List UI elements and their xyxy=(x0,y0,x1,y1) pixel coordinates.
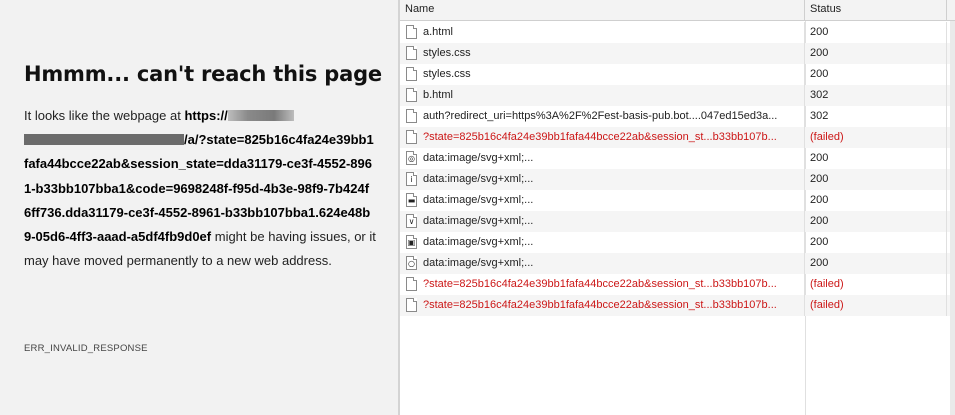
request-status: 200 xyxy=(805,190,947,211)
document-icon xyxy=(406,277,417,291)
network-request-list: a.html 200 styles.css 200 styles.css 200 b.htm… xyxy=(400,22,950,316)
error-url: https:// /a/?state=825b16c4fa24e39bb1faf… xyxy=(24,108,374,244)
network-request-row[interactable]: a.html 200 xyxy=(400,22,950,43)
error-url-start: https:// xyxy=(184,108,228,123)
document-icon xyxy=(406,67,417,81)
request-name: data:image/svg+xml;... xyxy=(423,152,534,164)
request-name: styles.css xyxy=(423,47,471,59)
error-url-rest: /a/?state=825b16c4fa24e39bb1fafa44bcce22… xyxy=(24,132,374,245)
request-status: 200 xyxy=(805,211,947,232)
network-request-row[interactable]: ○ data:image/svg+xml;... 200 xyxy=(400,253,950,274)
request-name-cell: ?state=825b16c4fa24e39bb1fafa44bcce22ab&… xyxy=(400,295,805,316)
request-name-cell: ?state=825b16c4fa24e39bb1fafa44bcce22ab&… xyxy=(400,127,805,148)
request-name-cell: i data:image/svg+xml;... xyxy=(400,169,805,190)
network-request-row[interactable]: b.html 302 xyxy=(400,85,950,106)
request-name: a.html xyxy=(423,26,453,38)
redaction-bar xyxy=(24,134,184,146)
error-page: Hmmm... can't reach this page It looks l… xyxy=(0,0,398,415)
network-request-row[interactable]: i data:image/svg+xml;... 200 xyxy=(400,169,950,190)
request-status: 200 xyxy=(805,148,947,169)
request-status: 200 xyxy=(805,22,947,43)
svg-minus-icon: ▬ xyxy=(406,193,417,207)
request-name: ?state=825b16c4fa24e39bb1fafa44bcce22ab&… xyxy=(423,131,777,143)
request-status: 200 xyxy=(805,64,947,85)
request-name: data:image/svg+xml;... xyxy=(423,257,534,269)
network-request-row[interactable]: ∨ data:image/svg+xml;... 200 xyxy=(400,211,950,232)
request-name-cell: ○ data:image/svg+xml;... xyxy=(400,253,805,274)
document-icon xyxy=(406,88,417,102)
scrollbar-track[interactable] xyxy=(950,21,955,415)
request-status: 302 xyxy=(805,106,947,127)
request-status: (failed) xyxy=(805,274,947,295)
request-status: 200 xyxy=(805,169,947,190)
request-name-cell: ?state=825b16c4fa24e39bb1fafa44bcce22ab&… xyxy=(400,274,805,295)
request-name-cell: ◎ data:image/svg+xml;... xyxy=(400,148,805,169)
column-header-name[interactable]: Name xyxy=(400,0,805,20)
request-name: b.html xyxy=(423,89,453,101)
network-table-header: Name Status xyxy=(400,0,955,21)
svg-search-icon: ○ xyxy=(406,256,417,270)
svg-box-icon: ▣ xyxy=(406,235,417,249)
document-icon xyxy=(406,298,417,312)
error-message-prefix: It looks like the webpage at xyxy=(24,108,185,123)
request-name: data:image/svg+xml;... xyxy=(423,173,534,185)
error-title: Hmmm... can't reach this page xyxy=(24,62,382,86)
network-request-row[interactable]: ▬ data:image/svg+xml;... 200 xyxy=(400,190,950,211)
svg-globe-icon: ◎ xyxy=(406,151,417,165)
error-message: It looks like the webpage at https:// /a… xyxy=(24,104,376,273)
svg-chevron-icon: ∨ xyxy=(406,214,417,228)
network-request-row[interactable]: styles.css 200 xyxy=(400,64,950,85)
network-request-row[interactable]: auth?redirect_uri=https%3A%2F%2Fest-basi… xyxy=(400,106,950,127)
request-name: data:image/svg+xml;... xyxy=(423,236,534,248)
request-name-cell: styles.css xyxy=(400,43,805,64)
document-icon xyxy=(406,109,417,123)
document-icon xyxy=(406,46,417,60)
request-status: (failed) xyxy=(805,295,947,316)
request-status: 200 xyxy=(805,43,947,64)
network-request-row[interactable]: ?state=825b16c4fa24e39bb1fafa44bcce22ab&… xyxy=(400,295,950,316)
request-name: data:image/svg+xml;... xyxy=(423,194,534,206)
network-request-row[interactable]: ▣ data:image/svg+xml;... 200 xyxy=(400,232,950,253)
request-status: (failed) xyxy=(805,127,947,148)
request-name: data:image/svg+xml;... xyxy=(423,215,534,227)
request-status: 200 xyxy=(805,253,947,274)
network-request-row[interactable]: ?state=825b16c4fa24e39bb1fafa44bcce22ab&… xyxy=(400,127,950,148)
request-name-cell: auth?redirect_uri=https%3A%2F%2Fest-basi… xyxy=(400,106,805,127)
network-panel: Name Status a.html 200 styles.css 200 styles… xyxy=(400,0,955,415)
request-name: styles.css xyxy=(423,68,471,80)
request-name-cell: ∨ data:image/svg+xml;... xyxy=(400,211,805,232)
error-code: ERR_INVALID_RESPONSE xyxy=(24,343,148,354)
request-name-cell: b.html xyxy=(400,85,805,106)
request-name: ?state=825b16c4fa24e39bb1fafa44bcce22ab&… xyxy=(423,278,777,290)
network-request-row[interactable]: ?state=825b16c4fa24e39bb1fafa44bcce22ab&… xyxy=(400,274,950,295)
network-request-row[interactable]: ◎ data:image/svg+xml;... 200 xyxy=(400,148,950,169)
document-icon xyxy=(406,130,417,144)
request-name-cell: ▬ data:image/svg+xml;... xyxy=(400,190,805,211)
request-name-cell: a.html xyxy=(400,22,805,43)
redaction-bar xyxy=(227,110,294,121)
request-name: ?state=825b16c4fa24e39bb1fafa44bcce22ab&… xyxy=(423,299,777,311)
svg-info-icon: i xyxy=(406,172,417,186)
request-name-cell: ▣ data:image/svg+xml;... xyxy=(400,232,805,253)
request-name: auth?redirect_uri=https%3A%2F%2Fest-basi… xyxy=(423,110,778,122)
request-status: 302 xyxy=(805,85,947,106)
request-name-cell: styles.css xyxy=(400,64,805,85)
network-request-row[interactable]: styles.css 200 xyxy=(400,43,950,64)
request-status: 200 xyxy=(805,232,947,253)
column-header-status[interactable]: Status xyxy=(805,0,947,20)
document-icon xyxy=(406,25,417,39)
